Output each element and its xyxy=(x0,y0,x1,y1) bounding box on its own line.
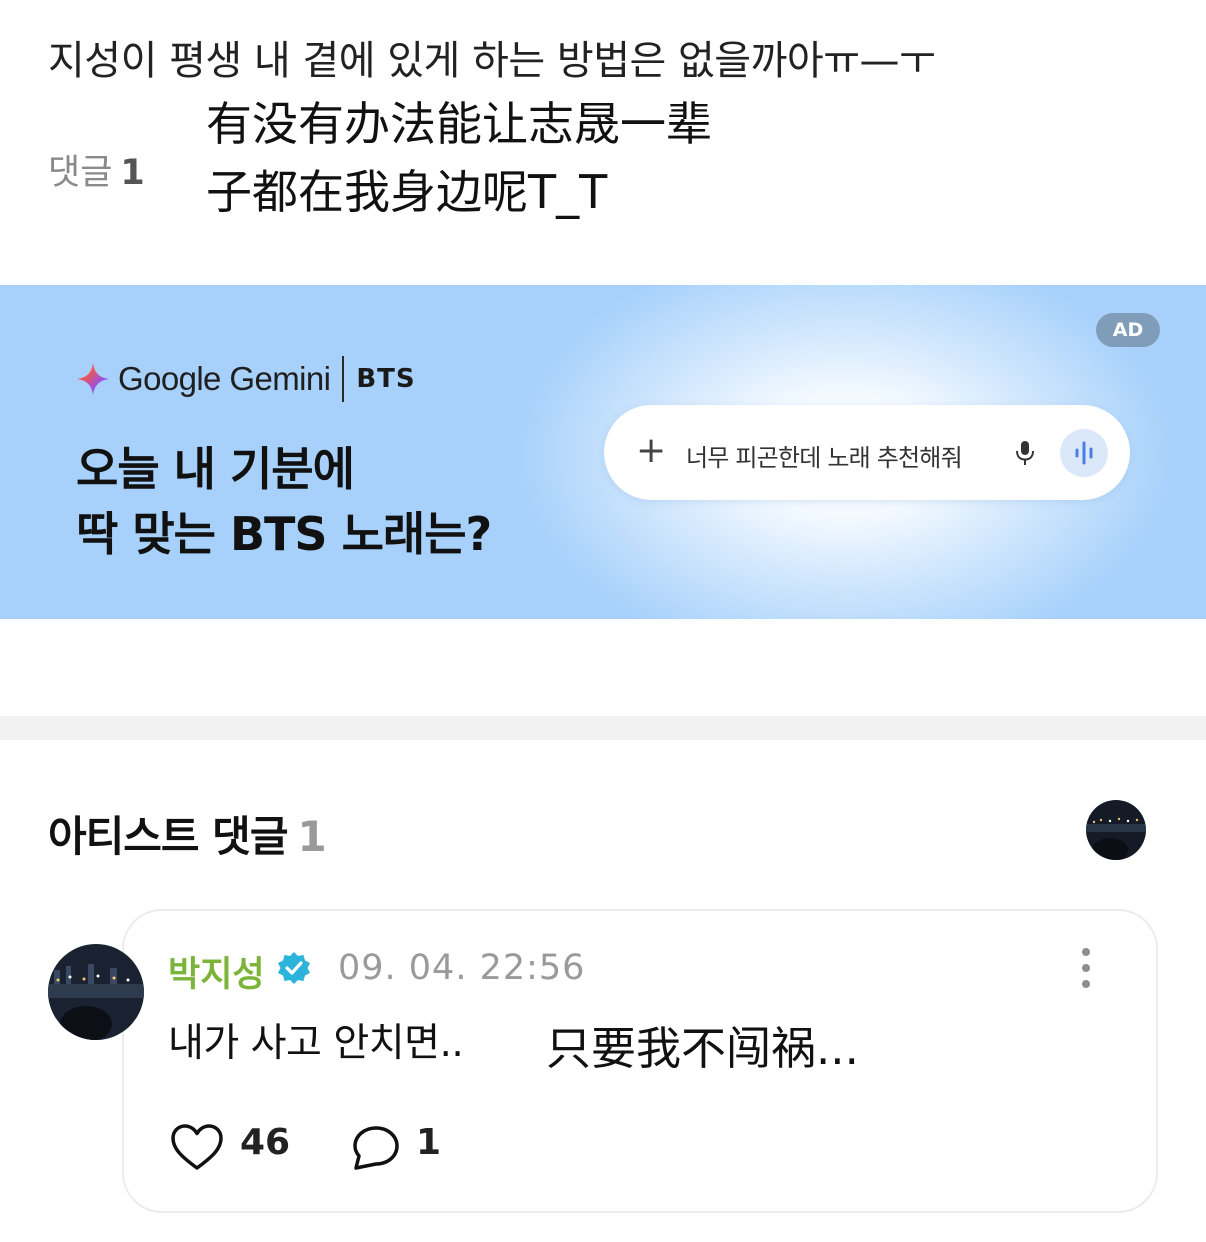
artist-comments-title: 아티스트 댓글 1 xyxy=(48,803,327,864)
voice-wave-icon[interactable] xyxy=(1060,429,1108,477)
comment-timestamp: 09. 04. 22:56 xyxy=(338,948,586,988)
comment-count[interactable]: 댓글 1 xyxy=(48,144,145,195)
brand-divider xyxy=(342,356,345,402)
ad-badge: AD xyxy=(1096,313,1160,347)
artist-comments-count: 1 xyxy=(297,812,326,861)
reply-bubble-icon[interactable] xyxy=(350,1124,402,1172)
comment-text: 내가 사고 안치면.. xyxy=(168,1021,464,1066)
artist-avatar[interactable] xyxy=(48,944,144,1040)
ad-prompt-box[interactable]: + 너무 피곤한데 노래 추천해줘 xyxy=(604,405,1130,500)
heart-icon[interactable] xyxy=(170,1122,224,1172)
artist-comments-label: 아티스트 댓글 xyxy=(48,812,288,861)
translation-line-1: 有没有办法能让志晟一辈 xyxy=(206,97,712,151)
ad-partner-name: BTS xyxy=(356,364,416,394)
comment-translation: 只要我不闯祸... xyxy=(546,1022,859,1075)
gemini-spark-icon xyxy=(77,363,109,395)
section-divider xyxy=(0,716,1206,740)
plus-icon: + xyxy=(636,430,667,471)
ad-headline-line-1: 오늘 내 기분에 xyxy=(76,442,355,496)
reply-count: 1 xyxy=(416,1122,442,1163)
artist-avatar-small[interactable] xyxy=(1086,800,1146,860)
microphone-icon[interactable] xyxy=(1014,439,1036,467)
ad-brand: Google Gemini BTS xyxy=(76,356,416,402)
ad-brand-name: Google Gemini xyxy=(118,360,331,397)
ad-banner[interactable]: AD Google Gemini BTS 오늘 내 기분에 딱 맞는 BTS 노… xyxy=(0,285,1206,619)
ad-headline-line-2: 딱 맞는 BTS 노래는? xyxy=(76,507,492,561)
more-options-icon[interactable] xyxy=(1076,948,1096,992)
ad-prompt-text: 너무 피곤한데 노래 추천해줘 xyxy=(686,444,963,472)
verified-badge-icon xyxy=(278,952,310,984)
like-count: 46 xyxy=(240,1122,291,1163)
comment-count-number: 1 xyxy=(120,153,145,193)
comment-author[interactable]: 박지성 xyxy=(168,946,265,997)
comment-label: 댓글 xyxy=(48,153,113,193)
translation-line-2: 子都在我身边呢T_T xyxy=(206,165,608,219)
post-text: 지성이 평생 내 곁에 있게 하는 방법은 없을까아ㅠ—ㅜ xyxy=(48,38,936,84)
